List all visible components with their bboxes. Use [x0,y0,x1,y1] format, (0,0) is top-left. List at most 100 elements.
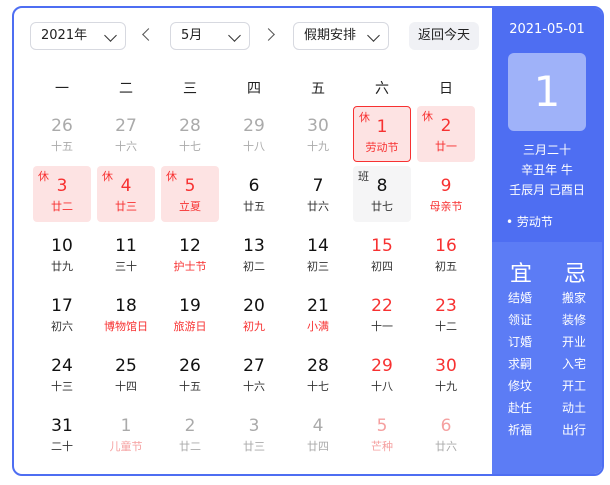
yi-item: 结婚 [508,291,533,305]
day-cell[interactable]: 28 十七 [289,346,347,402]
day-number: 9 [440,176,452,196]
weekday-label: 六 [375,81,389,97]
ji-item: 装修 [562,313,587,327]
day-cell[interactable]: 2 廿二 [161,406,219,462]
day-cell[interactable]: 6 廿五 [225,166,283,222]
lunar-label: 廿三 [115,200,137,213]
day-cell[interactable]: 9 母亲节 [417,166,475,222]
day-number: 4 [120,176,132,196]
day-cell[interactable]: 7 廿六 [289,166,347,222]
day-cell[interactable]: 休 2 廿一 [417,106,475,162]
day-cell[interactable]: 27 十六 [225,346,283,402]
ji-item: 开业 [562,335,587,349]
ji-item: 动土 [562,401,587,415]
lunar-date: 三月二十 [522,143,571,157]
day-cell[interactable]: 26 十五 [33,106,91,162]
day-cell[interactable]: 16 初五 [417,226,475,282]
day-cell[interactable]: 19 旅游日 [161,286,219,342]
lunar-label: 二十 [51,440,73,453]
day-cell[interactable]: 30 十九 [289,106,347,162]
day-cell[interactable]: 29 十八 [353,346,411,402]
weekday-label: 三 [183,81,197,97]
lunar-label: 廿三 [243,440,265,453]
yi-heading: 宜 [510,262,533,287]
day-cell[interactable]: 12 护士节 [161,226,219,282]
day-number: 11 [115,236,137,256]
weekday-header: 一二三四五六日 [30,78,478,98]
day-number: 14 [307,236,329,256]
ji-heading: 忌 [564,262,587,287]
lunar-label: 十六 [243,380,265,393]
lunar-label: 十五 [51,140,73,153]
holiday-select[interactable]: 假期安排 [293,22,389,50]
lunar-label: 十四 [115,380,137,393]
day-cell[interactable]: 休 5 立夏 [161,166,219,222]
day-number: 20 [243,296,265,316]
lunar-label: 十三 [51,380,73,393]
day-cell[interactable]: 30 十九 [417,346,475,402]
day-cell[interactable]: 26 十五 [161,346,219,402]
day-number: 8 [376,176,388,196]
day-cell[interactable]: 11 三十 [97,226,155,282]
day-cell[interactable]: 22 十一 [353,286,411,342]
weekday-label: 日 [439,81,453,97]
lunar-label: 十五 [179,380,201,393]
yi-item: 领证 [508,313,533,327]
prev-month-button[interactable] [142,28,155,41]
ji-item: 开工 [562,379,587,393]
day-cell[interactable]: 班 8 廿七 [353,166,411,222]
day-cell[interactable]: 25 十四 [97,346,155,402]
month-select[interactable]: 5月 [170,22,250,50]
day-cell[interactable]: 31 二十 [33,406,91,462]
lunar-label: 劳动节 [365,141,399,154]
day-number: 22 [371,296,393,316]
day-number: 31 [51,416,73,436]
lunar-label: 廿七 [371,200,393,213]
day-cell[interactable]: 10 廿九 [33,226,91,282]
calendar-toolbar: 2021年 5月 假期安排 返回今天 [30,22,480,52]
day-cell[interactable]: 14 初三 [289,226,347,282]
day-cell[interactable]: 6 廿六 [417,406,475,462]
day-number: 3 [248,416,260,436]
day-cell[interactable]: 4 廿四 [289,406,347,462]
day-cell[interactable]: 5 芒种 [353,406,411,462]
day-cell[interactable]: 17 初六 [33,286,91,342]
day-number: 30 [307,116,329,136]
lunar-label: 廿四 [307,440,329,453]
day-detail-top: 2021-05-01 1 三月二十 辛丑年 牛 壬辰月 己酉日 • 劳动节 [492,8,602,242]
day-cell[interactable]: 27 十六 [97,106,155,162]
day-number: 26 [51,116,73,136]
day-number: 2 [184,416,196,436]
day-number: 16 [435,236,457,256]
day-cell[interactable]: 20 初九 [225,286,283,342]
day-number: 19 [179,296,201,316]
return-today-button[interactable]: 返回今天 [409,22,480,50]
day-cell[interactable]: 18 博物馆日 [97,286,155,342]
day-cell[interactable]: 休 4 廿三 [97,166,155,222]
year-select[interactable]: 2021年 [30,22,126,50]
lunar-label: 十八 [243,140,265,153]
day-cell[interactable]: 28 十七 [161,106,219,162]
day-cell[interactable]: 24 十三 [33,346,91,402]
next-month-button[interactable] [262,28,275,41]
day-cell[interactable]: 13 初二 [225,226,283,282]
day-detail-panel: 2021-05-01 1 三月二十 辛丑年 牛 壬辰月 己酉日 • 劳动节 宜 … [492,8,602,474]
day-cell[interactable]: 21 小满 [289,286,347,342]
chevron-left-icon [142,28,155,41]
day-number: 28 [307,356,329,376]
day-number: 13 [243,236,265,256]
yi-item: 祈福 [508,423,533,437]
lunar-label: 初九 [243,320,265,333]
day-cell[interactable]: 休 3 廿二 [33,166,91,222]
day-cell[interactable]: 15 初四 [353,226,411,282]
day-number: 6 [440,416,452,436]
day-cell[interactable]: 29 十八 [225,106,283,162]
day-cell[interactable]: 1 儿童节 [97,406,155,462]
calendar-main: 2021年 5月 假期安排 返回今天 一二三四五六日 26 十五 27 十六 28 十七 2… [14,8,492,474]
selected-day-number: 1 [508,53,586,131]
day-cell[interactable]: 休 1 劳动节 [353,106,411,162]
ganzhi-year: 辛丑年 牛 [521,163,573,177]
day-cell[interactable]: 23 十二 [417,286,475,342]
day-cell[interactable]: 3 廿三 [225,406,283,462]
lunar-label: 廿二 [179,440,201,453]
